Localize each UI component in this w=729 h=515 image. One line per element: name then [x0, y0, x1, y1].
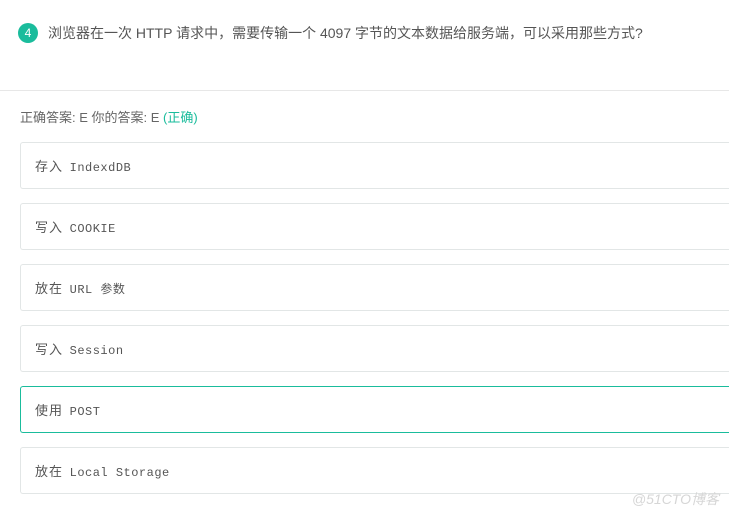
option-code: IndexdDB [70, 161, 132, 175]
question-number-badge: 4 [18, 23, 38, 43]
option-b[interactable]: 写入 COOKIE [20, 203, 729, 250]
option-label: 写入 [35, 342, 68, 357]
option-code: COOKIE [70, 222, 116, 236]
option-label: 存入 [35, 159, 68, 174]
option-label: 写入 [35, 220, 68, 235]
your-answer-value: E [151, 110, 163, 125]
option-code: Session [70, 344, 124, 358]
answer-status: (正确) [163, 110, 198, 125]
option-label: 放在 [35, 464, 68, 479]
your-answer-label: 你的答案: [88, 110, 151, 125]
option-label: 使用 [35, 403, 68, 418]
option-label: 放在 [35, 281, 68, 296]
question-header: 4 浏览器在一次 HTTP 请求中，需要传输一个 4097 字节的文本数据给服务… [0, 0, 729, 44]
option-code: URL 参数 [70, 283, 126, 297]
option-c[interactable]: 放在 URL 参数 [20, 264, 729, 311]
answer-summary: 正确答案: E 你的答案: E (正确) [0, 91, 729, 126]
option-code: POST [70, 405, 101, 419]
correct-answer-label: 正确答案: [20, 110, 79, 125]
watermark: @51CTO博客 [632, 489, 719, 509]
option-e[interactable]: 使用 POST [20, 386, 729, 433]
option-f[interactable]: 放在 Local Storage [20, 447, 729, 494]
options-list: 存入 IndexdDB 写入 COOKIE 放在 URL 参数 写入 Sessi… [0, 142, 729, 494]
correct-answer-value: E [79, 110, 88, 125]
option-d[interactable]: 写入 Session [20, 325, 729, 372]
option-code: Local Storage [70, 466, 170, 480]
question-text: 浏览器在一次 HTTP 请求中，需要传输一个 4097 字节的文本数据给服务端，… [48, 22, 643, 44]
option-a[interactable]: 存入 IndexdDB [20, 142, 729, 189]
